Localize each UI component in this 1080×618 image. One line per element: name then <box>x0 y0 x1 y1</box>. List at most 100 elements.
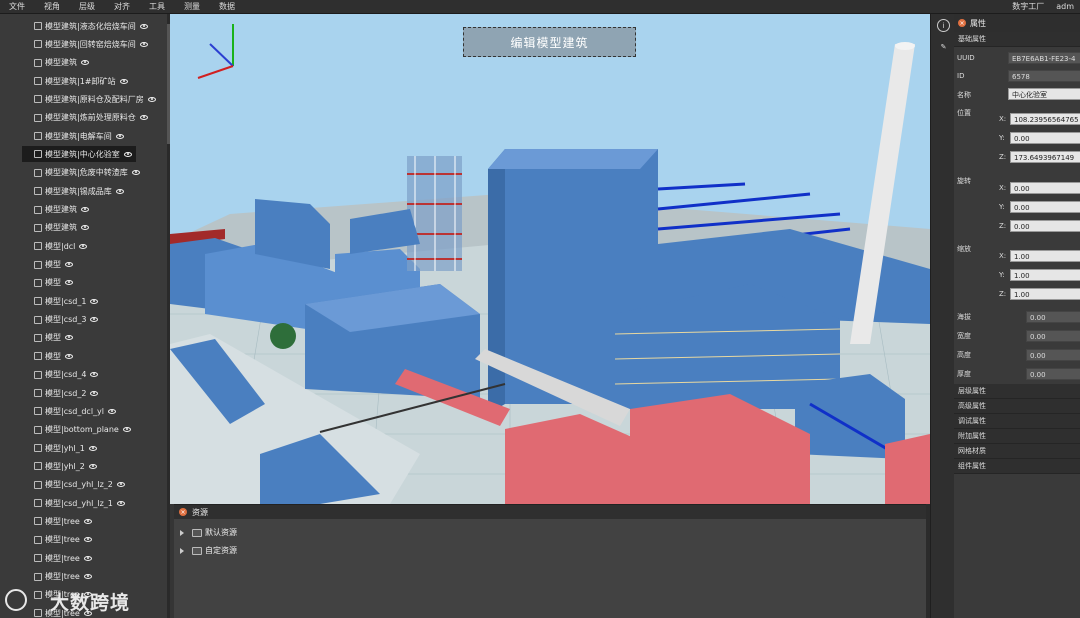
visibility-eye-icon[interactable] <box>83 555 92 561</box>
section-components[interactable]: 组件属性 <box>954 459 1080 474</box>
tree-item[interactable]: 模型|yhl_2 <box>22 458 101 474</box>
section-layer[interactable]: 层级属性 <box>954 384 1080 399</box>
scale-x-field[interactable]: 1.00 <box>1010 250 1080 262</box>
visibility-eye-icon[interactable] <box>90 298 99 304</box>
visibility-eye-icon[interactable] <box>119 78 128 84</box>
visibility-eye-icon[interactable] <box>90 372 99 378</box>
visibility-eye-icon[interactable] <box>139 115 148 121</box>
visibility-eye-icon[interactable] <box>116 500 125 506</box>
expand-arrow-icon[interactable] <box>180 547 184 554</box>
tree-item[interactable]: 模型建筑|中心化验室 <box>22 146 136 163</box>
expand-arrow-icon[interactable] <box>180 529 184 536</box>
menu-layer[interactable]: 层级 <box>70 0 105 14</box>
tree-item[interactable]: 模型|dcl <box>22 238 91 254</box>
tree-item[interactable]: 模型建筑|炼前处理原料仓 <box>22 110 152 126</box>
visibility-eye-icon[interactable] <box>90 317 99 323</box>
visibility-eye-icon[interactable] <box>139 41 148 47</box>
visibility-eye-icon[interactable] <box>115 188 124 194</box>
resource-default[interactable]: 默认资源 <box>180 527 237 538</box>
section-mesh-material[interactable]: 网格材质 <box>954 444 1080 459</box>
edit-pencil-icon[interactable]: ✎ <box>937 40 950 53</box>
tree-item[interactable]: 模型|csd_1 <box>22 293 102 309</box>
close-icon[interactable]: × <box>179 508 187 516</box>
close-icon[interactable]: × <box>958 19 966 27</box>
info-icon[interactable]: i <box>937 19 950 32</box>
tree-item[interactable]: 模型|tree <box>22 569 96 585</box>
tree-item[interactable]: 模型建筑|液态化焙烧车间 <box>22 18 152 34</box>
section-basic[interactable]: 基础属性 <box>954 32 1080 47</box>
visibility-eye-icon[interactable] <box>79 243 88 249</box>
tree-item[interactable]: 模型|tree <box>22 532 96 548</box>
altitude-field[interactable]: 0.00 <box>1026 311 1080 323</box>
visibility-eye-icon[interactable] <box>123 151 132 157</box>
id-field[interactable]: 6578 <box>1008 70 1080 82</box>
project-name[interactable]: 数字工厂 <box>1006 0 1050 14</box>
visibility-eye-icon[interactable] <box>65 262 73 268</box>
tree-item[interactable]: 模型建筑|回转窑焙烧车间 <box>22 36 152 52</box>
visibility-eye-icon[interactable] <box>88 445 97 451</box>
menu-view[interactable]: 视角 <box>35 0 70 14</box>
tree-item[interactable]: 模型 <box>22 330 77 346</box>
tree-item[interactable]: 模型|bottom_plane <box>22 422 135 438</box>
rotation-y-field[interactable]: 0.00 <box>1010 201 1080 213</box>
tree-item[interactable]: 模型|csd_yhl_lz_1 <box>22 495 129 511</box>
tree-item[interactable]: 模型|tree <box>22 513 96 529</box>
tree-item[interactable]: 模型建筑 <box>22 202 93 218</box>
visibility-eye-icon[interactable] <box>90 390 99 396</box>
visibility-eye-icon[interactable] <box>115 133 124 139</box>
menu-file[interactable]: 文件 <box>0 0 35 14</box>
tree-item[interactable]: 模型建筑 <box>22 55 93 71</box>
position-x-field[interactable]: 108.23956564765 <box>1010 113 1080 125</box>
visibility-eye-icon[interactable] <box>83 574 92 579</box>
menu-measure[interactable]: 测量 <box>175 0 210 14</box>
position-z-field[interactable]: 173.6493967149 <box>1010 151 1080 163</box>
section-advanced[interactable]: 高级属性 <box>954 399 1080 414</box>
resource-custom[interactable]: 自定资源 <box>180 545 237 556</box>
tree-item[interactable]: 模型建筑|危废中转渣库 <box>22 165 144 181</box>
section-debug[interactable]: 调试属性 <box>954 414 1080 429</box>
visibility-eye-icon[interactable] <box>81 225 89 231</box>
visibility-eye-icon[interactable] <box>81 207 89 212</box>
visibility-eye-icon[interactable] <box>88 463 97 469</box>
scale-y-field[interactable]: 1.00 <box>1010 269 1080 281</box>
tree-item[interactable]: 模型建筑|电解车间 <box>22 128 128 144</box>
rotation-z-field[interactable]: 0.00 <box>1010 220 1080 232</box>
tree-item[interactable]: 模型建筑|原料仓及配料厂房 <box>22 91 160 107</box>
tree-item[interactable]: 模型|csd_3 <box>22 312 102 328</box>
uuid-field[interactable]: EB7E6AB1-FE23-4 <box>1008 52 1080 64</box>
tree-item[interactable]: 模型 <box>22 348 77 364</box>
visibility-eye-icon[interactable] <box>65 280 73 286</box>
menu-align[interactable]: 对齐 <box>105 0 140 14</box>
tree-item[interactable]: 模型|csd_2 <box>22 385 102 401</box>
menu-tools[interactable]: 工具 <box>140 0 175 14</box>
thickness-field[interactable]: 0.00 <box>1026 368 1080 380</box>
visibility-eye-icon[interactable] <box>81 60 89 66</box>
tree-item[interactable]: 模型|csd_4 <box>22 367 102 383</box>
visibility-eye-icon[interactable] <box>147 96 156 102</box>
width-field[interactable]: 0.00 <box>1026 330 1080 342</box>
visibility-eye-icon[interactable] <box>83 537 92 543</box>
name-field[interactable]: 中心化验室 <box>1008 88 1080 100</box>
3d-viewport[interactable]: 编辑模型建筑 <box>170 14 930 504</box>
visibility-eye-icon[interactable] <box>65 335 73 341</box>
section-extra[interactable]: 附加属性 <box>954 429 1080 444</box>
tree-item[interactable]: 模型|tree <box>22 550 96 566</box>
tree-item[interactable]: 模型|csd_yhl_lz_2 <box>22 477 129 493</box>
tree-item[interactable]: 模型建筑 <box>22 220 93 236</box>
tree-item[interactable]: 模型|yhl_1 <box>22 440 101 456</box>
scale-z-field[interactable]: 1.00 <box>1010 288 1080 300</box>
visibility-eye-icon[interactable] <box>131 170 140 176</box>
visibility-eye-icon[interactable] <box>108 408 116 414</box>
visibility-eye-icon[interactable] <box>139 23 148 29</box>
tree-item[interactable]: 模型|csd_dcl_yl <box>22 403 120 419</box>
rotation-x-field[interactable]: 0.00 <box>1010 182 1080 194</box>
menu-data[interactable]: 数据 <box>210 0 245 14</box>
visibility-eye-icon[interactable] <box>83 518 92 524</box>
visibility-eye-icon[interactable] <box>65 353 73 359</box>
tree-item[interactable]: 模型 <box>22 275 77 291</box>
user-name[interactable]: adm <box>1050 0 1080 14</box>
visibility-eye-icon[interactable] <box>122 427 131 433</box>
visibility-eye-icon[interactable] <box>116 482 125 488</box>
tree-item[interactable]: 模型建筑|锡成品库 <box>22 183 128 199</box>
tree-item[interactable]: 模型建筑|1#卸矿站 <box>22 73 132 89</box>
